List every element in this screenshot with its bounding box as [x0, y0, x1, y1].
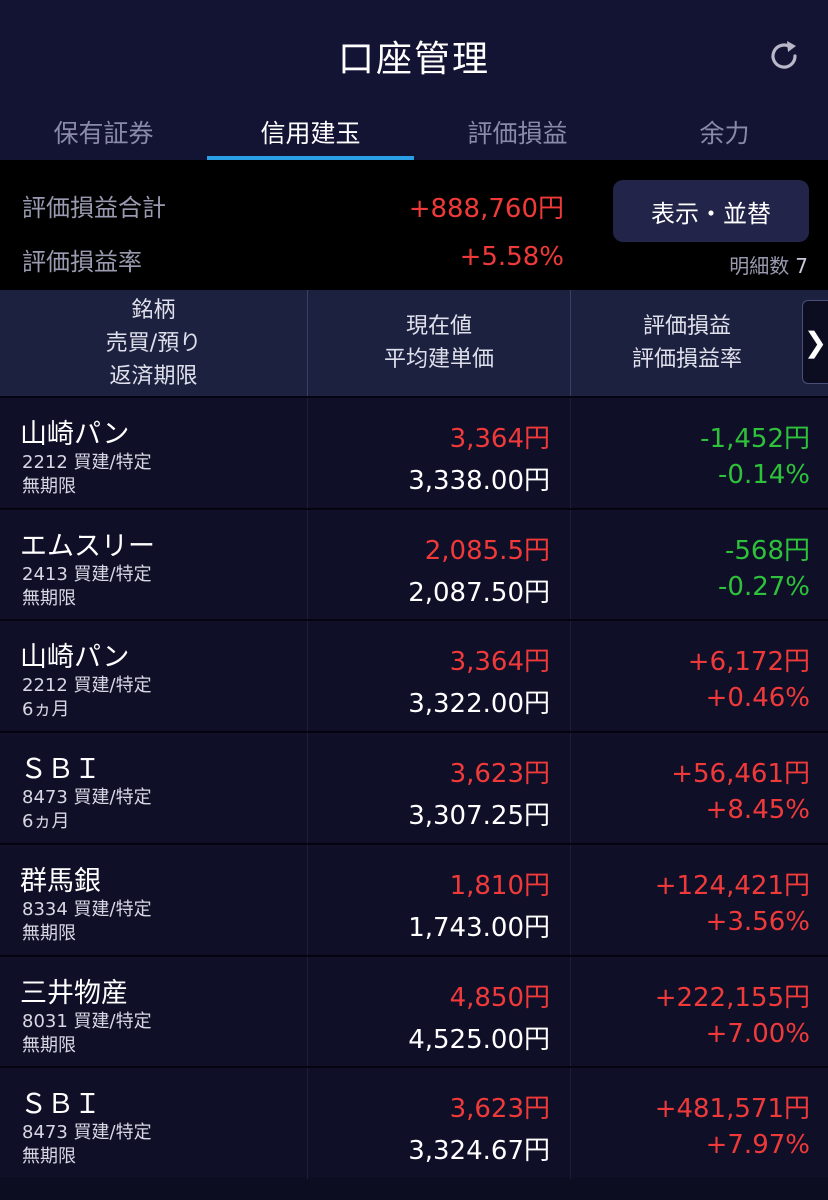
profit-loss: +124,421円 — [654, 870, 810, 901]
header-col-price[interactable]: 現在値 平均建単価 — [308, 290, 570, 396]
header-pl-rate-label: 評価損益率 — [631, 347, 742, 372]
current-price: 3,623円 — [449, 1094, 550, 1125]
profit-loss: +6,172円 — [687, 647, 810, 678]
column-divider — [307, 1068, 308, 1180]
header-avg-label: 平均建単価 — [383, 347, 494, 372]
pl-rate-value: +5.58% — [459, 242, 564, 272]
table-header: 銘柄 売買/預り 返済期限 現在値 平均建単価 評価損益 評価損益率 — [0, 290, 828, 396]
header-stock-label: 銘柄 — [131, 297, 176, 323]
average-price: 1,743.00円 — [408, 912, 550, 943]
profit-loss-rate: +7.00% — [705, 1018, 810, 1049]
table-row[interactable]: 山崎パン 2212 買建/特定 6ヵ月 3,364円 3,322.00円 +6,172円 +… — [0, 619, 828, 733]
profit-loss: -1,452円 — [700, 424, 810, 454]
profit-loss-rate: +7.97% — [705, 1130, 810, 1161]
column-divider — [570, 398, 571, 509]
stock-code-trade: 8334 買建/特定 — [22, 898, 152, 920]
column-divider — [307, 621, 308, 733]
profit-loss-rate: +3.56% — [705, 906, 810, 937]
stock-code-trade: 8473 買建/特定 — [22, 787, 152, 809]
stock-code-trade: 2212 買建/特定 — [22, 675, 152, 697]
table-row[interactable]: ＳＢＩ 8473 買建/特定 無期限 3,623円 3,324.67円 +481,571円… — [0, 1066, 828, 1180]
header-deadline-label: 返済期限 — [109, 363, 198, 389]
average-price: 3,322.00円 — [408, 689, 550, 720]
stock-name: 群馬銀 — [20, 865, 101, 897]
repayment-deadline: 無期限 — [22, 1146, 76, 1168]
table-row[interactable]: 山崎パン 2212 買建/特定 無期限 3,364円 3,338.00円 -1,452円 -… — [0, 396, 828, 509]
profit-loss-rate: +8.45% — [705, 795, 810, 826]
table-row[interactable]: エムスリー 2413 買建/特定 無期限 2,085.5円 2,087.50円 -568円… — [0, 507, 828, 621]
current-price: 3,364円 — [449, 647, 550, 678]
item-count: 明細数 7 — [729, 250, 808, 279]
average-price: 2,087.50円 — [408, 577, 550, 608]
current-price: 3,623円 — [449, 759, 550, 790]
stock-name: 山崎パン — [20, 642, 130, 674]
column-divider — [307, 956, 308, 1068]
tab-bar: 保有証券 信用建玉 評価損益 余力 — [0, 100, 828, 160]
display-sort-button[interactable]: 表示・並替 — [613, 180, 809, 242]
total-pl-value: +888,760円 — [408, 194, 564, 224]
column-divider — [570, 1068, 571, 1180]
tab-margin-positions[interactable]: 信用建玉 — [207, 100, 414, 160]
pl-rate-label: 評価損益率 — [22, 248, 142, 276]
repayment-deadline: 6ヵ月 — [22, 811, 70, 833]
summary-panel: 評価損益合計 +888,760円 評価損益率 +5.58% 表示・並替 明細数 7 — [0, 160, 828, 290]
table-row[interactable]: 三井物産 8031 買建/特定 無期限 4,850円 4,525.00円 +222,155… — [0, 954, 828, 1068]
profit-loss: +481,571円 — [654, 1094, 810, 1125]
tab-buying-power[interactable]: 余力 — [621, 100, 828, 160]
item-count-value: 7 — [795, 254, 808, 278]
stock-name: エムスリー — [20, 530, 155, 562]
tab-holdings[interactable]: 保有証券 — [0, 100, 207, 160]
repayment-deadline: 6ヵ月 — [22, 699, 70, 721]
total-pl-label: 評価損益合計 — [22, 194, 166, 222]
refresh-icon[interactable] — [766, 38, 802, 74]
header-price-label: 現在値 — [405, 314, 472, 339]
header-col-stock[interactable]: 銘柄 売買/預り 返済期限 — [0, 290, 307, 396]
stock-name: 山崎パン — [20, 419, 130, 450]
profit-loss: +222,155円 — [654, 982, 810, 1013]
column-divider — [570, 733, 571, 845]
average-price: 3,307.25円 — [408, 801, 550, 832]
stock-name: ＳＢＩ — [20, 1089, 101, 1121]
page-title: 口座管理 — [337, 39, 490, 80]
header-col-pl[interactable]: 評価損益 評価損益率 — [571, 290, 803, 396]
column-divider — [307, 733, 308, 845]
average-price: 4,525.00円 — [408, 1024, 550, 1055]
tab-valuation[interactable]: 評価損益 — [414, 100, 621, 160]
current-price: 2,085.5円 — [424, 535, 550, 566]
repayment-deadline: 無期限 — [22, 922, 76, 944]
header-pl-label: 評価損益 — [642, 314, 731, 339]
stock-code-trade: 8031 買建/特定 — [22, 1010, 152, 1032]
current-price: 4,850円 — [449, 982, 550, 1013]
column-divider — [570, 621, 571, 733]
stock-code-trade: 2413 買建/特定 — [22, 563, 152, 585]
stock-name: 三井物産 — [20, 977, 128, 1009]
header-trade-label: 売買/預り — [105, 330, 202, 356]
profit-loss-rate: +0.46% — [705, 683, 810, 714]
current-price: 1,810円 — [449, 870, 550, 901]
average-price: 3,324.67円 — [408, 1136, 550, 1167]
repayment-deadline: 無期限 — [22, 476, 76, 497]
app-header: 口座管理 保有証券 信用建玉 評価損益 余力 — [0, 0, 828, 160]
profit-loss-rate: -0.27% — [718, 571, 810, 602]
stock-code-trade: 8473 買建/特定 — [22, 1122, 152, 1144]
item-count-label: 明細数 — [729, 254, 790, 278]
repayment-deadline: 無期限 — [22, 587, 76, 609]
table-row[interactable]: ＳＢＩ 8473 買建/特定 6ヵ月 3,623円 3,307.25円 +56,461円 +… — [0, 731, 828, 845]
column-divider — [307, 398, 308, 509]
average-price: 3,338.00円 — [408, 466, 550, 496]
profit-loss: +56,461円 — [671, 759, 810, 790]
current-price: 3,364円 — [449, 424, 550, 454]
stock-name: ＳＢＩ — [20, 754, 101, 786]
column-divider — [570, 956, 571, 1068]
column-divider — [307, 844, 308, 956]
profit-loss: -568円 — [724, 535, 810, 566]
chevron-right-icon[interactable]: ❯ — [802, 300, 828, 384]
column-divider — [570, 844, 571, 956]
column-divider — [570, 509, 571, 621]
repayment-deadline: 無期限 — [22, 1034, 76, 1056]
stock-code-trade: 2212 買建/特定 — [22, 452, 152, 473]
profit-loss-rate: -0.14% — [718, 460, 810, 490]
table-row[interactable]: 群馬銀 8334 買建/特定 無期限 1,810円 1,743.00円 +124,421円… — [0, 842, 828, 956]
column-divider — [307, 509, 308, 621]
